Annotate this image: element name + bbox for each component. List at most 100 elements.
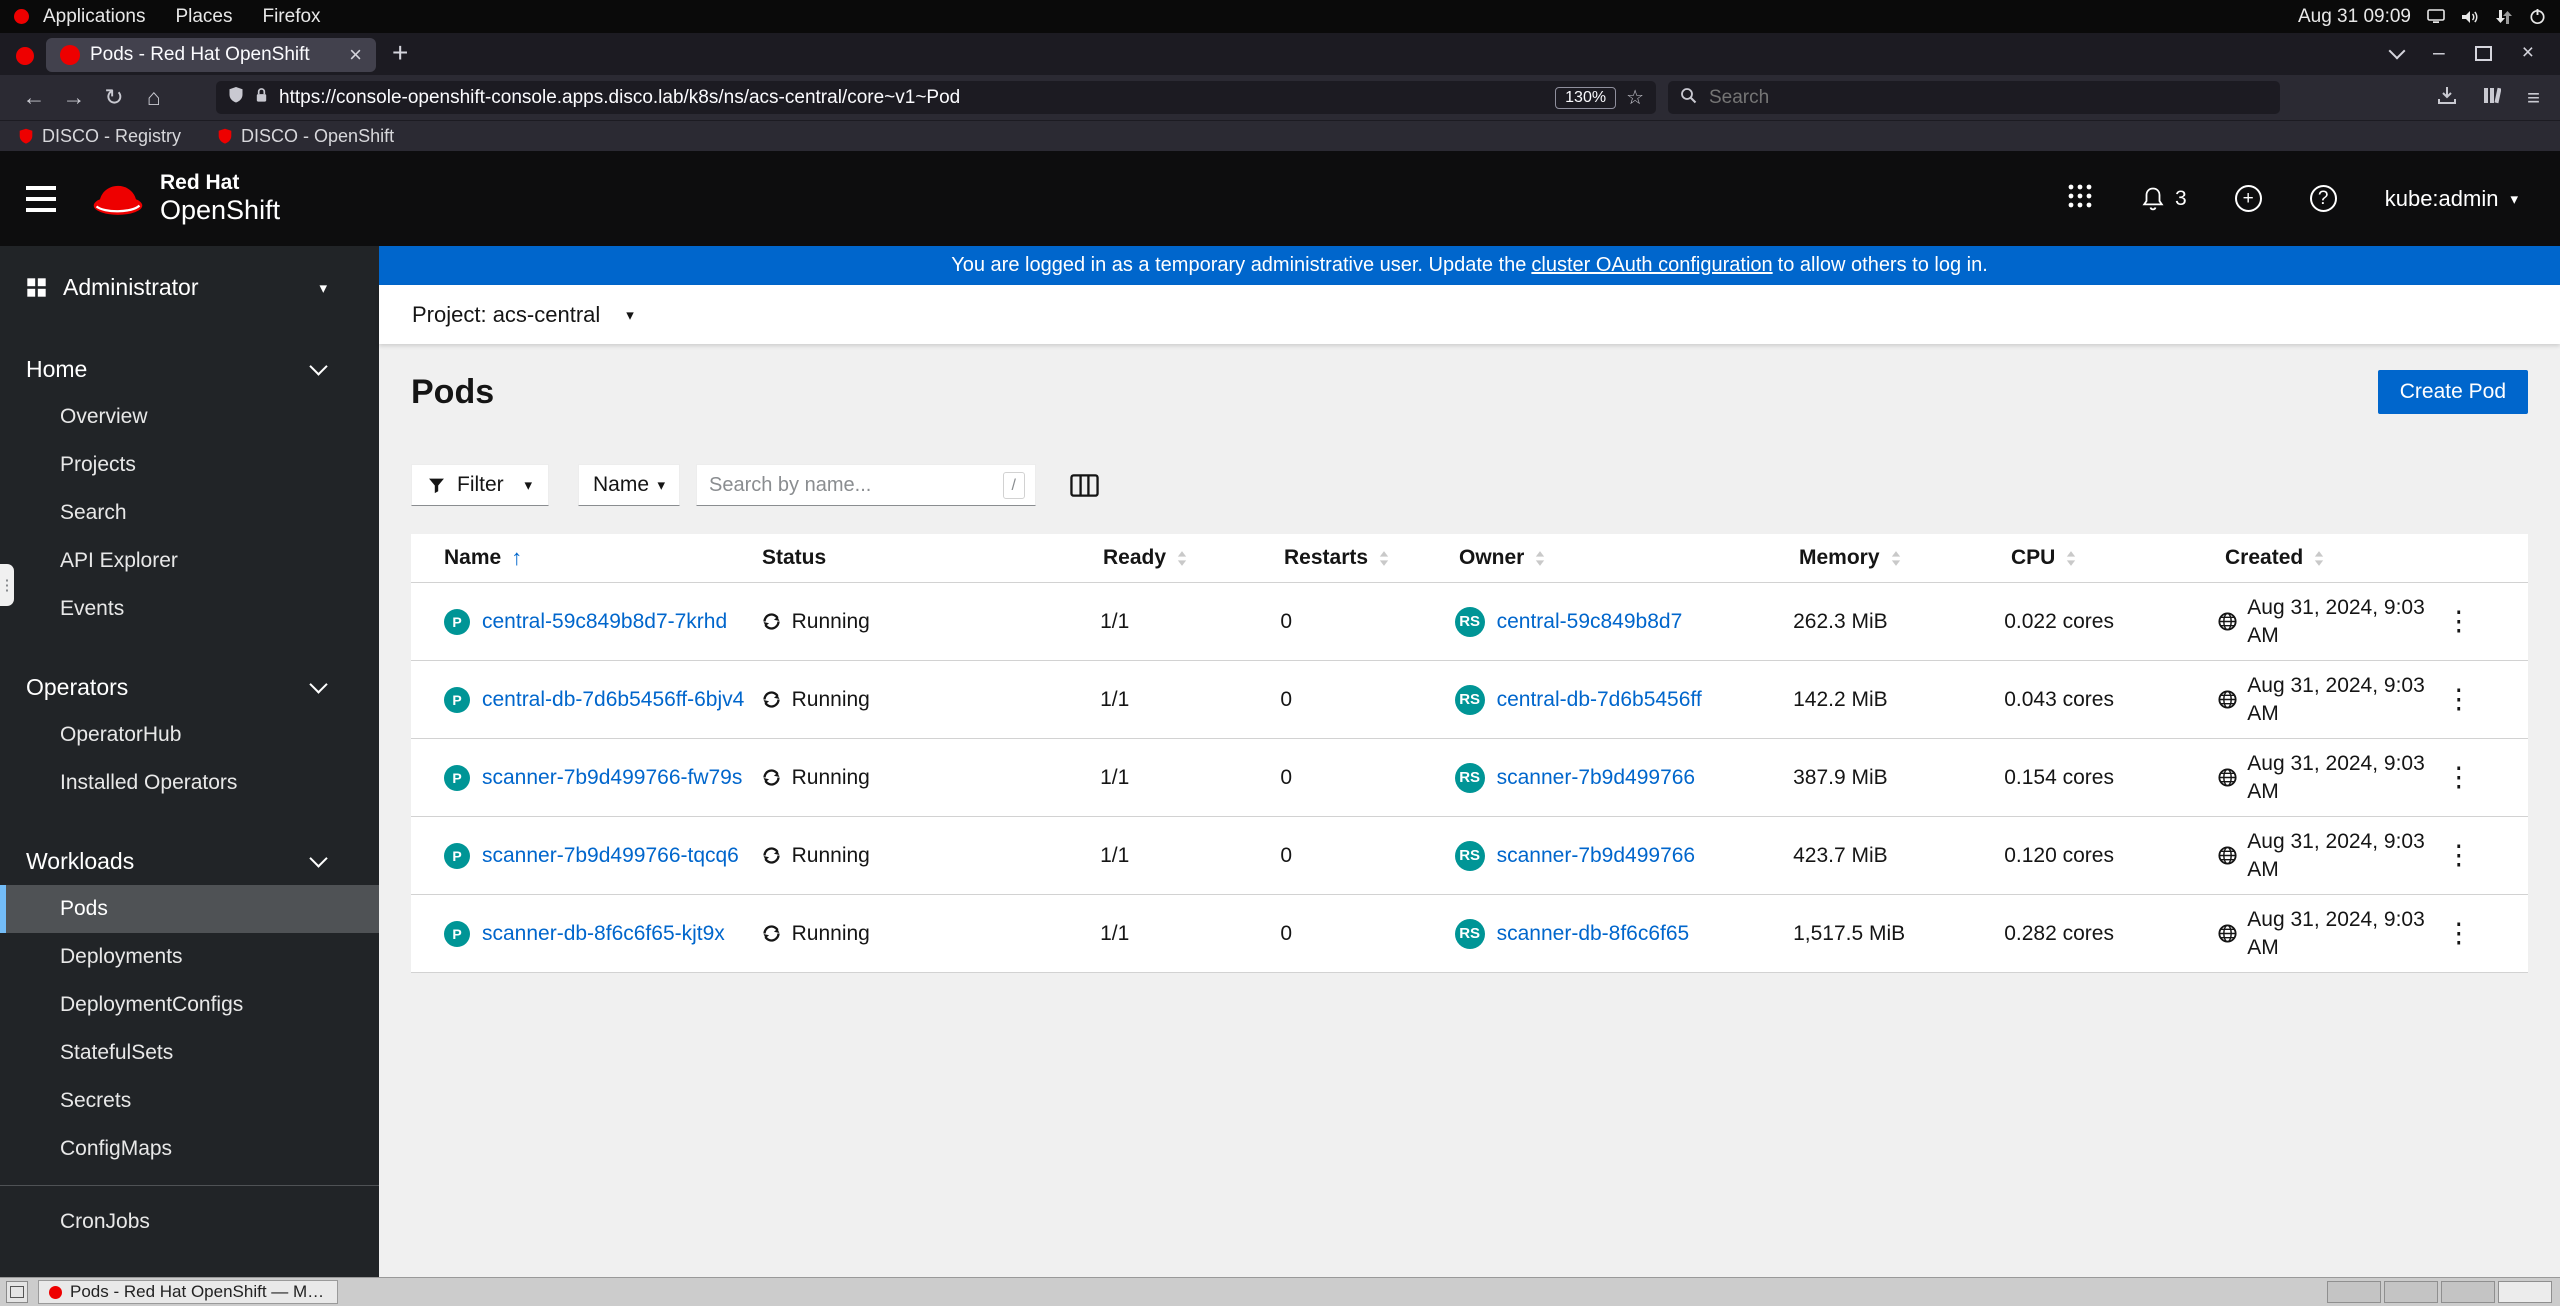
kebab-menu-icon[interactable]: ⋮ [2445, 606, 2473, 637]
forward-button[interactable]: → [54, 84, 94, 111]
create-pod-button[interactable]: Create Pod [2377, 370, 2528, 414]
filter-funnel-icon [429, 478, 444, 493]
pod-name-link[interactable]: scanner-db-8f6c6f65-kjt9x [482, 922, 725, 946]
filter-type-dropdown[interactable]: Name ▾ [578, 464, 680, 506]
firefox-menu[interactable]: Firefox [262, 6, 320, 28]
column-header-created[interactable]: Created [2225, 546, 2445, 570]
name-search-input[interactable] [707, 472, 995, 498]
pod-name-link[interactable]: scanner-7b9d499766-fw79s [482, 766, 742, 790]
url-input[interactable]: https://console-openshift-console.apps.d… [279, 87, 1545, 109]
taskbar-window-button[interactable]: Pods - Red Hat OpenShift — Mozil... [38, 1280, 338, 1304]
nav-section-home[interactable]: Home [0, 345, 379, 393]
nav-section-operators[interactable]: Operators [0, 663, 379, 711]
nav-divider [0, 1185, 379, 1186]
owner-link[interactable]: scanner-7b9d499766 [1497, 766, 1696, 790]
help-icon[interactable]: ? [2309, 185, 2337, 212]
sidebar-item-api-explorer[interactable]: API Explorer [0, 537, 379, 585]
sidebar-item-overview[interactable]: Overview [0, 393, 379, 441]
column-header-owner[interactable]: Owner [1459, 546, 1799, 570]
app-launcher-icon[interactable] [2067, 183, 2093, 214]
filter-dropdown[interactable]: Filter ▾ [411, 464, 549, 506]
browser-search-bar[interactable] [1668, 81, 2280, 114]
url-bar[interactable]: https://console-openshift-console.apps.d… [216, 81, 1656, 114]
bookmark-disco-registry[interactable]: DISCO - Registry [18, 126, 181, 147]
sidebar-item-statefulsets[interactable]: StatefulSets [0, 1029, 379, 1077]
project-dropdown[interactable]: Project: acs-central ▾ [412, 302, 634, 328]
restarts-value: 0 [1280, 843, 1293, 867]
column-header-memory[interactable]: Memory [1799, 546, 2011, 570]
network-icon[interactable] [2495, 9, 2513, 25]
name-search-field[interactable]: / [696, 464, 1036, 506]
reload-button[interactable]: ↻ [94, 84, 134, 111]
screen-icon[interactable] [2427, 9, 2445, 24]
sidebar-item-secrets[interactable]: Secrets [0, 1077, 379, 1125]
zoom-indicator[interactable]: 130% [1555, 86, 1617, 109]
sidebar-item-search[interactable]: Search [0, 489, 379, 537]
notifications-button[interactable]: 3 [2141, 186, 2187, 212]
lock-icon[interactable] [254, 86, 269, 110]
kebab-menu-icon[interactable]: ⋮ [2445, 840, 2473, 871]
nav-toggle-hamburger-icon[interactable] [26, 185, 56, 212]
workspace-3[interactable] [2441, 1281, 2495, 1303]
workspace-2[interactable] [2384, 1281, 2438, 1303]
tab-close-icon[interactable]: × [349, 44, 362, 66]
save-page-icon[interactable] [2437, 85, 2457, 111]
sidebar-item-installed-operators[interactable]: Installed Operators [0, 759, 379, 807]
owner-link[interactable]: central-db-7d6b5456ff [1497, 688, 1702, 712]
kebab-menu-icon[interactable]: ⋮ [2445, 918, 2473, 949]
applications-menu[interactable]: Applications [43, 6, 145, 28]
column-header-status[interactable]: Status [762, 546, 1103, 570]
column-header-ready[interactable]: Ready [1103, 546, 1284, 570]
oauth-configuration-link[interactable]: cluster OAuth configuration [1531, 254, 1772, 277]
column-header-name[interactable]: Name ↑ [411, 545, 762, 571]
sidebar-item-configmaps[interactable]: ConfigMaps [0, 1125, 379, 1173]
tracking-shield-icon[interactable] [228, 86, 244, 110]
sidebar-item-cronjobs[interactable]: CronJobs [0, 1198, 379, 1246]
kebab-menu-icon[interactable]: ⋮ [2445, 762, 2473, 793]
browser-search-input[interactable] [1707, 85, 2268, 110]
power-icon[interactable] [2529, 8, 2546, 25]
window-list-icon[interactable] [6, 1281, 28, 1303]
sidebar-item-operatorhub[interactable]: OperatorHub [0, 711, 379, 759]
list-tabs-icon[interactable] [2388, 42, 2406, 60]
home-button[interactable]: ⌂ [134, 84, 174, 111]
owner-link[interactable]: scanner-db-8f6c6f65 [1497, 922, 1690, 946]
pod-name-link[interactable]: central-59c849b8d7-7krhd [482, 610, 727, 634]
column-header-restarts[interactable]: Restarts [1284, 546, 1459, 570]
workspace-1[interactable] [2327, 1281, 2381, 1303]
clock[interactable]: Aug 31 09:09 [2298, 6, 2411, 28]
workspace-4[interactable] [2498, 1281, 2552, 1303]
browser-tab[interactable]: Pods - Red Hat OpenShift × [46, 38, 376, 72]
firefox-view-icon[interactable] [16, 47, 34, 65]
pod-name-link[interactable]: central-db-7d6b5456ff-6bjv4 [482, 688, 744, 712]
owner-link[interactable]: central-59c849b8d7 [1497, 610, 1683, 634]
sidebar-resize-handle[interactable]: ⋮ [0, 564, 15, 606]
pod-name-link[interactable]: scanner-7b9d499766-tqcq6 [482, 844, 739, 868]
owner-link[interactable]: scanner-7b9d499766 [1497, 844, 1696, 868]
menu-hamburger-icon[interactable]: ≡ [2527, 85, 2540, 111]
places-menu[interactable]: Places [175, 6, 232, 28]
import-plus-icon[interactable]: + [2234, 185, 2262, 212]
sidebar-item-events[interactable]: Events [0, 585, 379, 633]
perspective-switcher[interactable]: Administrator ▾ [0, 246, 379, 321]
chevron-icon [309, 848, 328, 868]
sidebar-item-projects[interactable]: Projects [0, 441, 379, 489]
library-icon[interactable] [2483, 85, 2502, 111]
new-tab-button[interactable]: + [392, 39, 408, 67]
bookmark-star-icon[interactable]: ☆ [1626, 85, 1644, 110]
sidebar-item-deploymentconfigs[interactable]: DeploymentConfigs [0, 981, 379, 1029]
window-maximize-button[interactable] [2474, 45, 2492, 61]
user-menu[interactable]: kube:admin ▾ [2385, 186, 2518, 212]
window-minimize-button[interactable]: – [2433, 41, 2445, 65]
window-close-button[interactable]: × [2522, 41, 2534, 65]
bookmark-disco-openshift[interactable]: DISCO - OpenShift [217, 126, 394, 147]
kebab-menu-icon[interactable]: ⋮ [2445, 684, 2473, 715]
back-button[interactable]: ← [14, 84, 54, 111]
firefox-tab-bar: Pods - Red Hat OpenShift × + – × [0, 33, 2560, 75]
nav-section-workloads[interactable]: Workloads [0, 837, 379, 885]
sidebar-item-deployments[interactable]: Deployments [0, 933, 379, 981]
volume-icon[interactable] [2461, 9, 2479, 25]
manage-columns-icon[interactable] [1070, 473, 1099, 498]
column-header-cpu[interactable]: CPU [2011, 546, 2225, 570]
sidebar-item-pods[interactable]: Pods [0, 885, 379, 933]
